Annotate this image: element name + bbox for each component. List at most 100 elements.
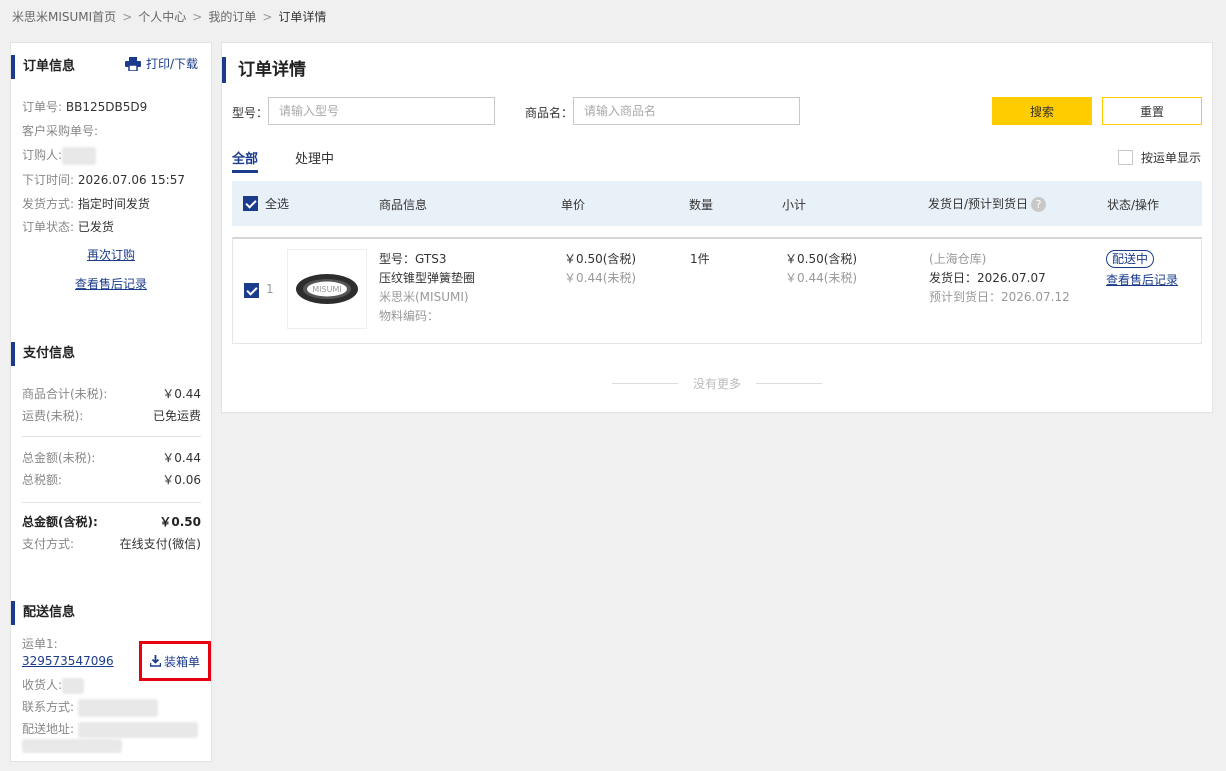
breadcrumb-personal-center[interactable]: 个人中心: [138, 10, 186, 24]
row-aftersale-link[interactable]: 查看售后记录: [1106, 273, 1178, 287]
order-number-label: 订单号:: [22, 100, 63, 114]
ship-method-row: 发货方式: 指定时间发货: [22, 195, 150, 212]
address-label: 配送地址:: [22, 722, 75, 736]
total-tax-value: ￥0.06: [162, 473, 201, 487]
order-status-label: 订单状态:: [22, 220, 75, 234]
column-unit-price: 单价: [561, 198, 586, 212]
waybill-display-toggle[interactable]: 按运单显示: [1118, 149, 1201, 166]
column-ship-date: 发货日/预计到货日?: [928, 195, 1047, 212]
waybill-label: 运单1:: [22, 637, 58, 651]
eta-date: 预计到货日：2026.07.12: [929, 290, 1070, 304]
subtotal-cell: ￥0.50(含税) ￥0.44(未税): [785, 250, 857, 288]
column-subtotal: 小计: [782, 198, 807, 212]
page-title: 订单详情: [222, 57, 306, 83]
printer-icon: [125, 56, 141, 71]
waybill-display-checkbox[interactable]: [1118, 150, 1133, 165]
product-thumbnail[interactable]: MISUMI: [287, 249, 367, 329]
total-notax-label: 总金额(未税):: [22, 451, 96, 465]
divider: [22, 502, 201, 503]
packing-list-label: 装箱单: [163, 654, 200, 669]
payment-info-title: 支付信息: [11, 342, 75, 366]
shipping-fee-row: 运费(未税): 已免运费: [22, 407, 201, 424]
unit-price-cell: ￥0.50(含税) ￥0.44(未税): [564, 250, 636, 288]
order-status-row: 订单状态: 已发货: [22, 218, 114, 235]
row-index: 1: [266, 282, 274, 296]
column-product: 商品信息: [379, 198, 428, 212]
contact-redacted: [78, 698, 159, 717]
subtotal-label: 商品合计(未税):: [22, 387, 108, 401]
order-time-value: 2026.07.06 15:57: [77, 173, 185, 187]
order-status-value: 已发货: [77, 220, 114, 234]
subtotal-tax: ￥0.50(含税): [785, 252, 858, 266]
waybill-row: 329573547096: [22, 654, 114, 668]
receiver-redacted: [62, 677, 85, 694]
breadcrumb-separator: >: [192, 10, 203, 24]
washer-image: MISUMI: [296, 274, 358, 304]
select-all-checkbox[interactable]: [243, 196, 258, 211]
order-time-row: 下订时间: 2026.07.06 15:57: [22, 171, 185, 188]
pay-method-row: 支付方式: 在线支付(微信): [22, 535, 201, 552]
breadcrumb-my-orders[interactable]: 我的订单: [208, 10, 256, 24]
row-checkbox[interactable]: [244, 283, 259, 298]
pay-method-label: 支付方式:: [22, 537, 75, 551]
help-icon[interactable]: ?: [1031, 197, 1047, 212]
shipping-fee-label: 运费(未税):: [22, 409, 84, 423]
buyer-label: 订购人:: [22, 148, 63, 162]
tab-all[interactable]: 全部: [232, 148, 259, 173]
product-info: 型号：GTS3 压纹锥型弹簧垫圈 米思米(MISUMI) 物料编码：: [379, 250, 475, 326]
order-detail-panel: 订单详情 型号： 商品名： 搜索 重置 全部 处理中 按运单显示 全选 商品信息…: [221, 42, 1213, 413]
aftersale-wrap: 查看售后记录: [11, 275, 211, 292]
model-search-input[interactable]: [268, 97, 495, 125]
column-status: 状态/操作: [1107, 198, 1160, 212]
buyer-row: 订购人:: [22, 146, 97, 165]
select-all-toggle[interactable]: 全选: [243, 195, 289, 212]
ship-method-label: 发货方式:: [22, 197, 75, 211]
table-header: 全选 商品信息 单价 数量 小计 发货日/预计到货日? 状态/操作: [232, 181, 1202, 226]
ship-method-value: 指定时间发货: [77, 197, 150, 211]
product-name-input[interactable]: [573, 97, 800, 125]
reorder-wrap: 再次订购: [11, 246, 211, 263]
product-name-label: 商品名：: [525, 106, 574, 120]
status-cell: 配送中 查看售后记录: [1106, 250, 1178, 290]
total-tax-row: 总税额: ￥0.06: [22, 471, 201, 488]
grand-total-label: 总金额(含税):: [22, 515, 98, 529]
search-button[interactable]: 搜索: [992, 97, 1092, 125]
product-model: 型号：GTS3: [379, 252, 447, 266]
total-notax-value: ￥0.44: [162, 451, 201, 465]
unit-price-tax: ￥0.50(含税): [564, 252, 637, 266]
product-name[interactable]: 压纹锥型弹簧垫圈: [379, 269, 475, 288]
breadcrumb-home[interactable]: 米思米MISUMI首页: [12, 10, 116, 24]
buyer-redacted: [62, 146, 97, 165]
subtotal-row: 商品合计(未税): ￥0.44: [22, 385, 201, 402]
breadcrumb-separator: >: [122, 10, 133, 24]
model-label: 型号：: [232, 106, 269, 120]
column-ship-date-label: 发货日/预计到货日: [928, 197, 1029, 211]
receiver-label: 收货人:: [22, 678, 63, 692]
material-code: 物料编码：: [379, 309, 440, 323]
order-sidebar: 订单信息 打印/下载 订单号: BB125DB5D9 客户采购单号: 订购人: …: [10, 42, 212, 762]
tab-processing[interactable]: 处理中: [295, 148, 334, 167]
packing-list-button[interactable]: 装箱单: [139, 641, 211, 681]
status-badge: 配送中: [1106, 250, 1155, 268]
customer-po-row: 客户采购单号:: [22, 122, 98, 139]
warehouse: (上海仓库): [929, 252, 987, 266]
delivery-info-title: 配送信息: [11, 601, 75, 625]
grand-total-row: 总金额(含税): ￥0.50: [22, 513, 201, 530]
customer-po-label: 客户采购单号:: [22, 124, 99, 138]
print-download-label: 打印/下载: [146, 57, 199, 71]
reset-button[interactable]: 重置: [1102, 97, 1202, 125]
select-all-label: 全选: [265, 197, 290, 211]
unit-price-notax: ￥0.44(未税): [564, 271, 637, 285]
aftersale-record-link[interactable]: 查看售后记录: [75, 277, 147, 291]
total-notax-row: 总金额(未税): ￥0.44: [22, 449, 201, 466]
shipping-fee-value: 已免运费: [152, 409, 201, 423]
download-icon: [149, 655, 161, 667]
column-quantity: 数量: [689, 198, 714, 212]
order-number-value: BB125DB5D9: [65, 100, 148, 114]
waybill-number-link[interactable]: 329573547096: [22, 654, 114, 668]
ship-date: 发货日：2026.07.07: [929, 271, 1046, 285]
breadcrumb: 米思米MISUMI首页 > 个人中心 > 我的订单 > 订单详情: [12, 8, 326, 25]
address-redacted: [78, 721, 199, 738]
reorder-link[interactable]: 再次订购: [87, 248, 135, 262]
print-download-button[interactable]: 打印/下载: [125, 55, 198, 72]
